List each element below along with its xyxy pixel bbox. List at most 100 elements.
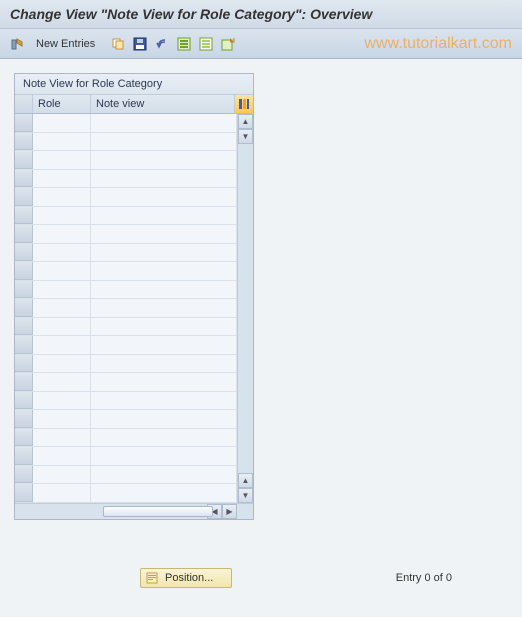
cell-role[interactable] bbox=[33, 151, 91, 169]
row-selector[interactable] bbox=[15, 262, 33, 280]
cell-noteview[interactable] bbox=[91, 318, 237, 336]
cell-noteview[interactable] bbox=[91, 429, 237, 447]
copy-icon[interactable] bbox=[109, 35, 127, 53]
select-all-icon[interactable] bbox=[175, 35, 193, 53]
cell-role[interactable] bbox=[33, 225, 91, 243]
cell-noteview[interactable] bbox=[91, 151, 237, 169]
hscroll-track[interactable] bbox=[33, 504, 207, 519]
row-selector[interactable] bbox=[15, 336, 33, 354]
cell-role[interactable] bbox=[33, 373, 91, 391]
cell-role[interactable] bbox=[33, 244, 91, 262]
row-selector[interactable] bbox=[15, 466, 33, 484]
table-row bbox=[15, 484, 237, 503]
column-header-noteview[interactable]: Note view bbox=[91, 95, 235, 113]
scroll-up2-icon[interactable]: ▲ bbox=[238, 473, 253, 488]
cell-noteview[interactable] bbox=[91, 281, 237, 299]
toolbar: New Entries bbox=[0, 29, 522, 59]
row-selector[interactable] bbox=[15, 392, 33, 410]
table-row bbox=[15, 170, 237, 189]
cell-noteview[interactable] bbox=[91, 114, 237, 132]
cell-noteview[interactable] bbox=[91, 170, 237, 188]
cell-role[interactable] bbox=[33, 207, 91, 225]
cell-noteview[interactable] bbox=[91, 410, 237, 428]
row-selector[interactable] bbox=[15, 355, 33, 373]
cell-role[interactable] bbox=[33, 170, 91, 188]
cell-noteview[interactable] bbox=[91, 225, 237, 243]
row-selector[interactable] bbox=[15, 114, 33, 132]
cell-noteview[interactable] bbox=[91, 244, 237, 262]
cell-role[interactable] bbox=[33, 262, 91, 280]
grid-body: ▲ ▼ ▲ ▼ bbox=[15, 114, 253, 503]
cell-noteview[interactable] bbox=[91, 133, 237, 151]
cell-role[interactable] bbox=[33, 466, 91, 484]
panel-title: Note View for Role Category bbox=[15, 74, 253, 95]
scroll-up-icon[interactable]: ▲ bbox=[238, 114, 253, 129]
cell-noteview[interactable] bbox=[91, 484, 237, 502]
row-selector[interactable] bbox=[15, 410, 33, 428]
scroll-right-icon[interactable]: ▶ bbox=[222, 504, 237, 519]
cell-role[interactable] bbox=[33, 484, 91, 502]
toggle-icon[interactable] bbox=[8, 35, 26, 53]
table-row bbox=[15, 151, 237, 170]
row-selector[interactable] bbox=[15, 447, 33, 465]
new-entries-button[interactable]: New Entries bbox=[30, 36, 101, 52]
cell-noteview[interactable] bbox=[91, 355, 237, 373]
position-button[interactable]: Position... bbox=[140, 568, 232, 588]
table-row bbox=[15, 410, 237, 429]
cell-noteview[interactable] bbox=[91, 466, 237, 484]
table-row bbox=[15, 336, 237, 355]
cell-noteview[interactable] bbox=[91, 447, 237, 465]
row-selector[interactable] bbox=[15, 429, 33, 447]
row-selector[interactable] bbox=[15, 207, 33, 225]
title-bar: Change View "Note View for Role Category… bbox=[0, 0, 522, 29]
cell-role[interactable] bbox=[33, 392, 91, 410]
cell-noteview[interactable] bbox=[91, 336, 237, 354]
select-all-rows[interactable] bbox=[15, 95, 33, 113]
table-row bbox=[15, 225, 237, 244]
cell-noteview[interactable] bbox=[91, 373, 237, 391]
cell-role[interactable] bbox=[33, 318, 91, 336]
table-row bbox=[15, 373, 237, 392]
row-selector[interactable] bbox=[15, 373, 33, 391]
hscroll-thumb[interactable] bbox=[103, 506, 213, 517]
table-panel: Note View for Role Category Role Note vi… bbox=[14, 73, 254, 520]
vertical-scrollbar[interactable]: ▲ ▼ ▲ ▼ bbox=[237, 114, 253, 503]
row-selector[interactable] bbox=[15, 151, 33, 169]
row-selector[interactable] bbox=[15, 281, 33, 299]
cell-noteview[interactable] bbox=[91, 392, 237, 410]
cell-role[interactable] bbox=[33, 114, 91, 132]
table-row bbox=[15, 318, 237, 337]
cell-role[interactable] bbox=[33, 410, 91, 428]
row-selector[interactable] bbox=[15, 318, 33, 336]
export-icon[interactable] bbox=[219, 35, 237, 53]
cell-role[interactable] bbox=[33, 133, 91, 151]
row-selector[interactable] bbox=[15, 484, 33, 502]
row-selector[interactable] bbox=[15, 170, 33, 188]
cell-noteview[interactable] bbox=[91, 207, 237, 225]
footer: Position... Entry 0 of 0 bbox=[0, 568, 522, 588]
cell-role[interactable] bbox=[33, 429, 91, 447]
table-row bbox=[15, 392, 237, 411]
row-selector[interactable] bbox=[15, 188, 33, 206]
scroll-down2-icon[interactable]: ▼ bbox=[238, 488, 253, 503]
cell-role[interactable] bbox=[33, 299, 91, 317]
row-selector[interactable] bbox=[15, 299, 33, 317]
row-selector[interactable] bbox=[15, 133, 33, 151]
cell-role[interactable] bbox=[33, 355, 91, 373]
column-header-role[interactable]: Role bbox=[33, 95, 91, 113]
row-selector[interactable] bbox=[15, 244, 33, 262]
configure-columns-icon[interactable] bbox=[235, 95, 253, 113]
cell-role[interactable] bbox=[33, 188, 91, 206]
deselect-all-icon[interactable] bbox=[197, 35, 215, 53]
row-selector[interactable] bbox=[15, 225, 33, 243]
save-icon[interactable] bbox=[131, 35, 149, 53]
undo-icon[interactable] bbox=[153, 35, 171, 53]
cell-role[interactable] bbox=[33, 336, 91, 354]
cell-role[interactable] bbox=[33, 281, 91, 299]
cell-role[interactable] bbox=[33, 447, 91, 465]
cell-noteview[interactable] bbox=[91, 262, 237, 280]
scroll-down-icon[interactable]: ▼ bbox=[238, 129, 253, 144]
cell-noteview[interactable] bbox=[91, 188, 237, 206]
cell-noteview[interactable] bbox=[91, 299, 237, 317]
horizontal-scrollbar[interactable]: ◀ ▶ bbox=[15, 503, 253, 519]
